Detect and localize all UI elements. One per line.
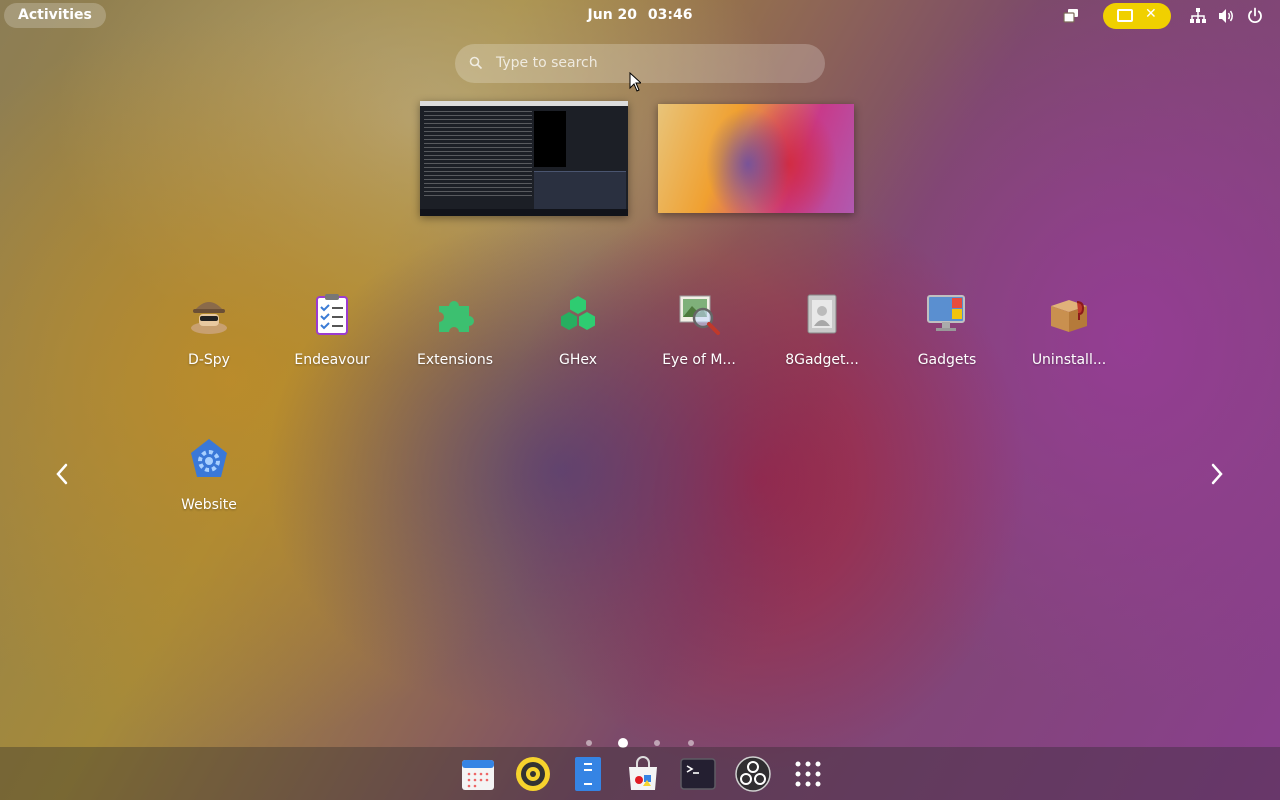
app-uninstall[interactable]: Uninstall... — [1013, 292, 1125, 368]
page-dot-3[interactable] — [654, 740, 660, 746]
app-label: Eye of M... — [662, 352, 736, 368]
power-icon[interactable] — [1246, 7, 1264, 25]
video-preview — [534, 111, 566, 167]
search-placeholder: Type to search — [496, 55, 598, 71]
chevron-right-icon — [1211, 463, 1223, 485]
gadget-pack-icon — [807, 294, 837, 334]
app-label: D-Spy — [188, 352, 230, 368]
app-label: Website — [181, 497, 237, 513]
volume-icon[interactable] — [1217, 7, 1235, 25]
terminal-workspace-thumbnail[interactable] — [420, 101, 628, 216]
taskbar-preview — [420, 209, 628, 216]
app-label: Endeavour — [294, 352, 370, 368]
puzzle-icon — [439, 301, 474, 332]
terminal-window-preview — [424, 111, 532, 199]
previous-page-button[interactable] — [52, 462, 72, 486]
search-icon — [469, 56, 483, 70]
chevron-left-icon — [56, 463, 68, 485]
app-label: 8Gadget... — [785, 352, 859, 368]
terminal-icon[interactable] — [680, 756, 716, 792]
wine-box-icon — [1051, 300, 1087, 332]
window-titlebar — [420, 101, 628, 106]
software-store-icon[interactable] — [625, 756, 661, 792]
app-label: Extensions — [416, 352, 494, 368]
rhythmbox-icon[interactable] — [515, 756, 551, 792]
page-dot-4[interactable] — [688, 740, 694, 746]
next-page-button[interactable] — [1207, 462, 1227, 486]
close-icon[interactable]: ✕ — [1145, 6, 1157, 22]
app-extensions[interactable]: Extensions — [399, 292, 511, 368]
app-8gadgetpack[interactable]: 8Gadget... — [766, 292, 878, 368]
clock[interactable]: Jun 20 03:46 — [0, 7, 1280, 23]
text-editor-icon[interactable] — [570, 756, 606, 792]
window-switcher-icon[interactable] — [1062, 7, 1080, 25]
hexagons-icon — [561, 296, 595, 330]
app-endeavour[interactable]: Endeavour — [276, 292, 388, 368]
app-d-spy[interactable]: D-Spy — [153, 292, 265, 368]
obs-icon[interactable] — [735, 756, 771, 792]
app-eye-of-mate[interactable]: Eye of M... — [643, 292, 755, 368]
app-gadgets[interactable]: Gadgets — [891, 292, 1003, 368]
image-viewer-icon — [679, 295, 720, 335]
mouse-cursor-icon — [629, 72, 641, 92]
app-label: Gadgets — [917, 352, 977, 368]
show-apps-icon[interactable] — [790, 756, 826, 792]
screen-share-icon — [1117, 9, 1133, 22]
checklist-icon — [316, 294, 348, 335]
gear-globe-icon — [191, 439, 227, 477]
monitor-gadgets-icon — [927, 295, 965, 331]
app-label: Uninstall... — [1031, 352, 1107, 368]
top-bar: Activities Jun 20 03:46 ✕ — [0, 0, 1280, 32]
app-website[interactable]: Website — [153, 437, 265, 513]
clock-time: 03:46 — [647, 7, 693, 23]
screen-share-indicator[interactable]: ✕ — [1103, 3, 1171, 29]
network-icon[interactable] — [1189, 7, 1207, 25]
controls-panel-preview — [534, 171, 626, 211]
app-label: GHex — [558, 352, 598, 368]
spy-icon — [191, 302, 227, 334]
app-ghex[interactable]: GHex — [522, 292, 634, 368]
desktop-workspace-thumbnail[interactable] — [658, 104, 854, 213]
page-dot-1[interactable] — [586, 740, 592, 746]
calendar-icon[interactable] — [460, 756, 496, 792]
clock-date: Jun 20 — [587, 7, 638, 23]
